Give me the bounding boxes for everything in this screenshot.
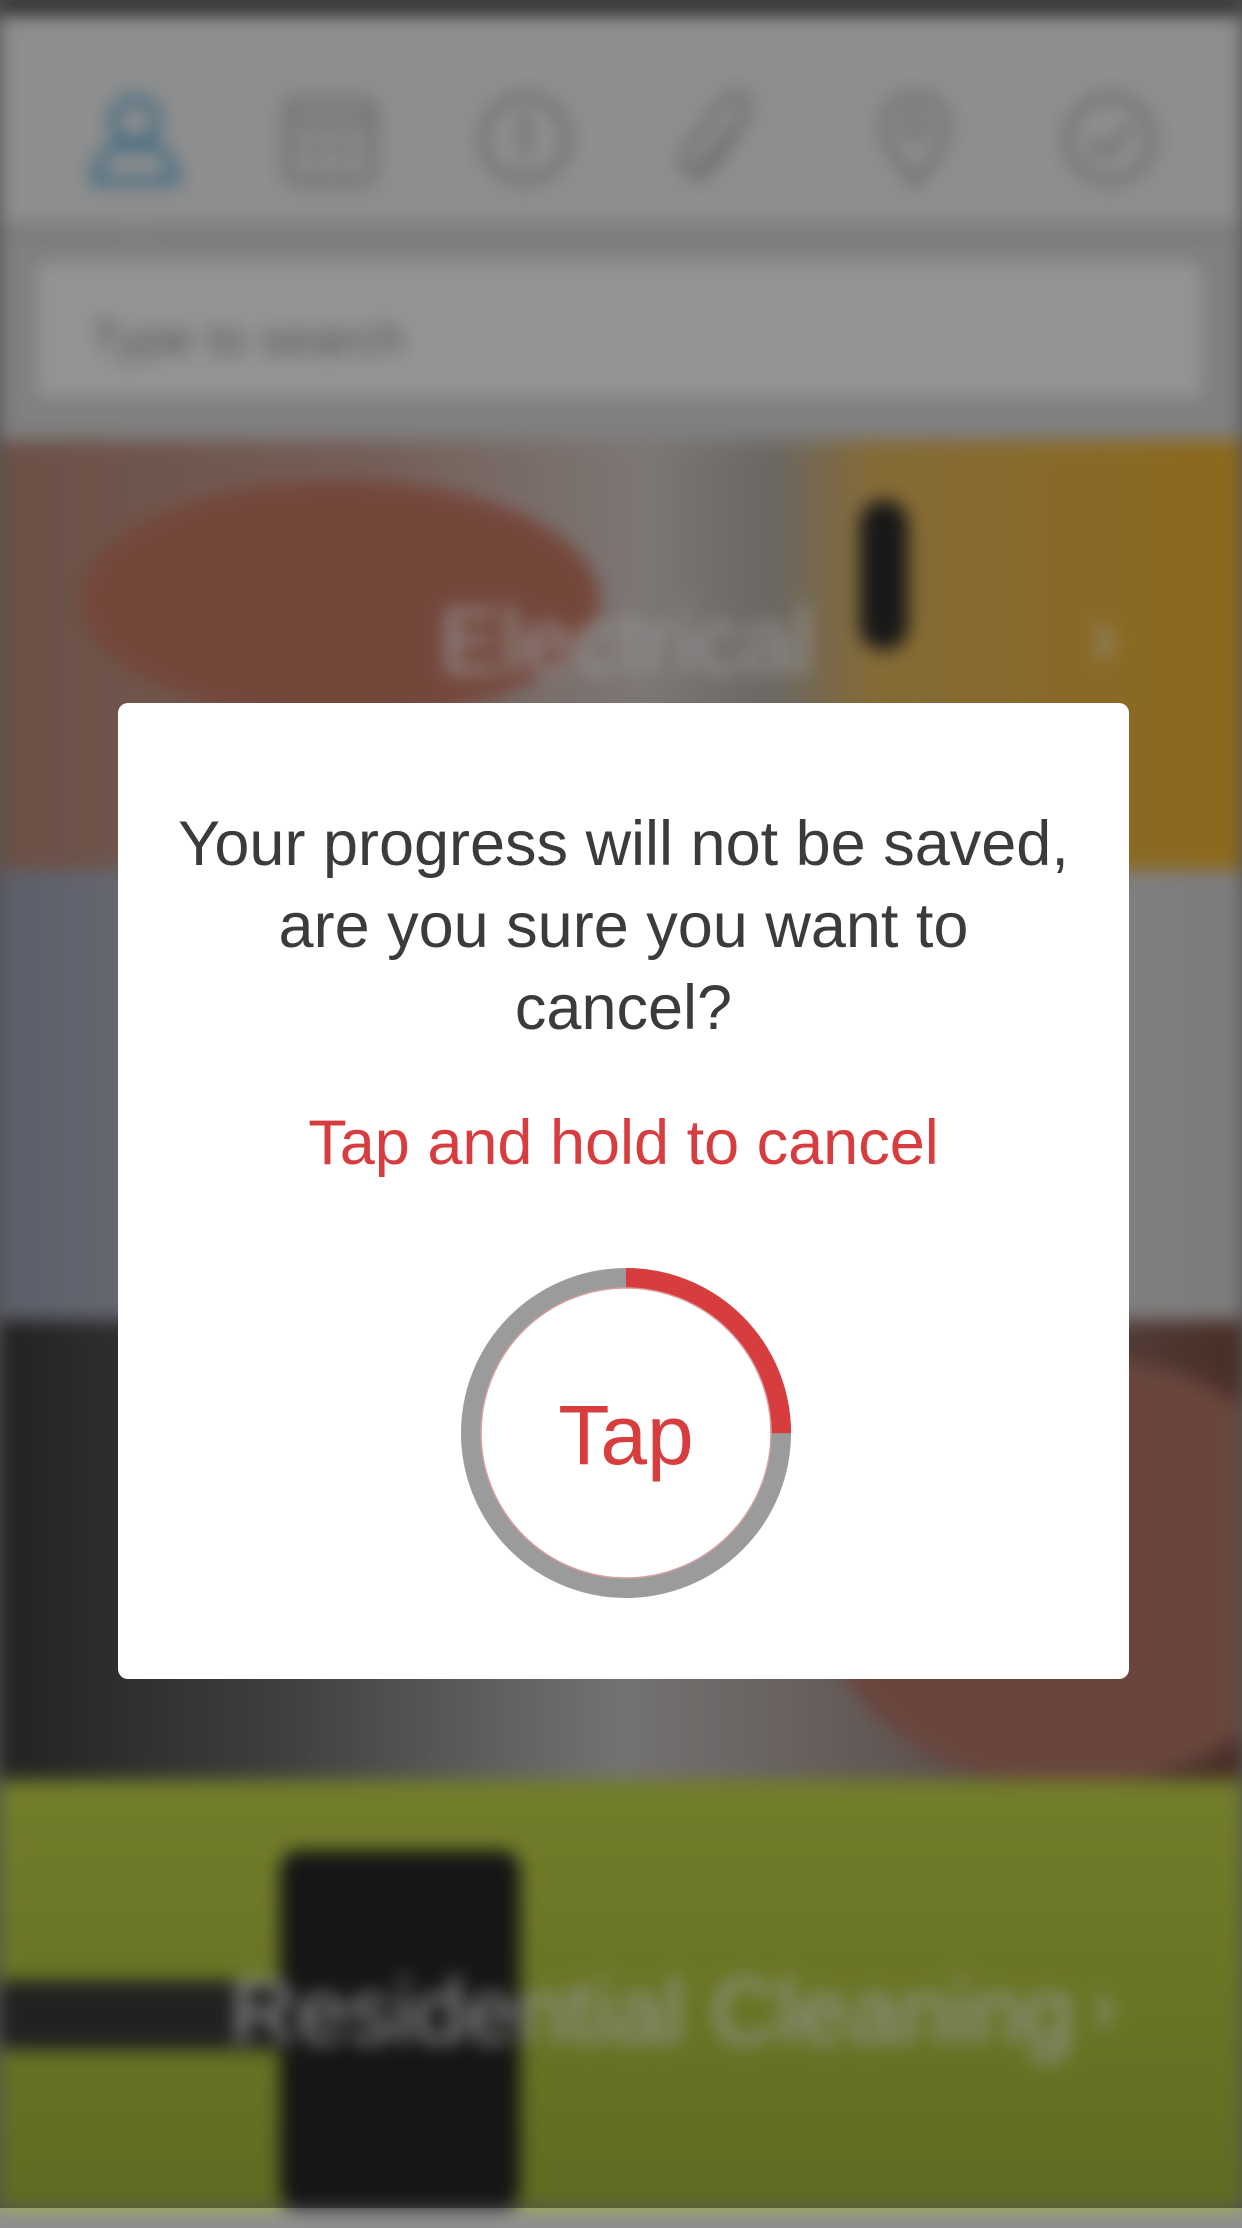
dialog-hint: Tap and hold to cancel	[308, 1108, 939, 1178]
cancel-confirmation-dialog: Your progress will not be saved, are you…	[118, 703, 1129, 1679]
dialog-message: Your progress will not be saved, are you…	[178, 809, 1069, 1043]
tap-hold-cancel-button[interactable]: Tap	[460, 1267, 792, 1599]
tap-label: Tap	[558, 1388, 694, 1482]
